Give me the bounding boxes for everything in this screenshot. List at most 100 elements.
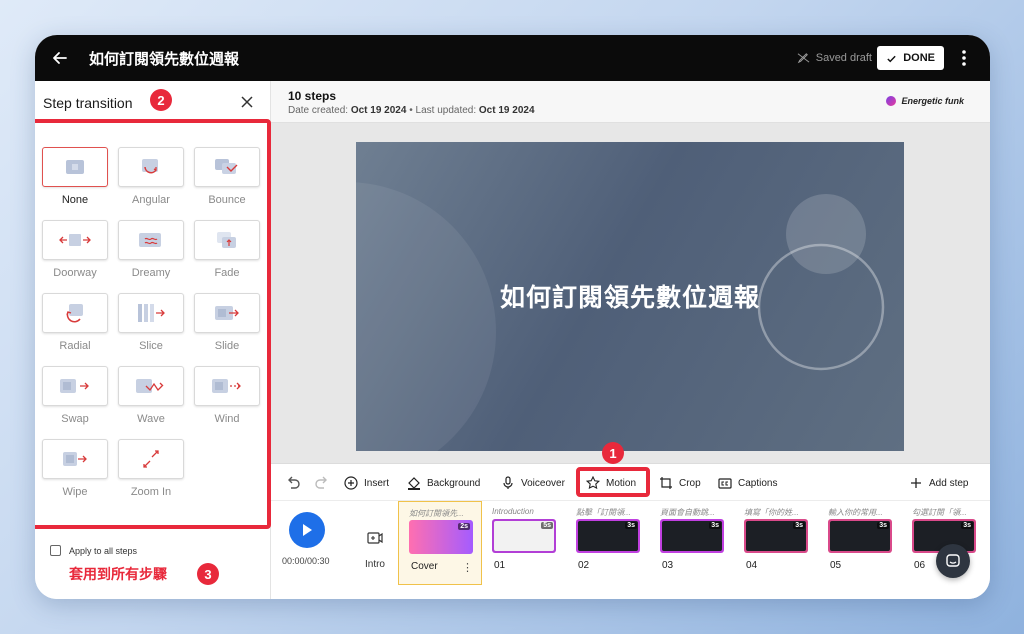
more-options-icon[interactable] [956, 48, 972, 68]
step-duration: 3s [877, 522, 889, 529]
transition-radial[interactable]: Radial [42, 293, 108, 352]
captions-button[interactable]: Captions [718, 473, 777, 493]
transition-label: Radial [59, 340, 91, 352]
transition-slice-preview [118, 293, 184, 333]
step-label: Cover [411, 561, 438, 572]
transition-fade[interactable]: Fade [194, 220, 260, 279]
saved-label: Saved draft [815, 51, 872, 64]
voiceover-button[interactable]: Voiceover [501, 473, 565, 493]
step-thumbnail: 3s [828, 519, 892, 553]
checkbox-box[interactable] [50, 545, 61, 556]
apply-to-all-checkbox[interactable]: Apply to all steps [50, 545, 137, 556]
transition-bounce[interactable]: Bounce [194, 147, 260, 206]
wipe-transition-icon [63, 452, 87, 466]
background-button[interactable]: Background [407, 473, 480, 493]
transition-zoom-in-preview [118, 439, 184, 479]
redo-icon[interactable] [314, 475, 330, 491]
step-label: 01 [494, 560, 506, 571]
transition-none[interactable]: None [42, 147, 108, 206]
step-card-03[interactable]: 頁面會自動跳... 3s 03 [650, 501, 734, 585]
plus-icon [911, 478, 921, 488]
editor-main: 10 steps Date created: Oct 19 2024 • Las… [271, 81, 990, 599]
transition-label: Wipe [62, 486, 88, 498]
timeline: 00:00/00:30 Intro 如何訂閱領先... 2s Cover ⋮ I… [271, 501, 990, 599]
playback-time: 00:00/00:30 [282, 556, 330, 566]
transition-label: Slide [214, 340, 240, 352]
wave-transition-icon [136, 379, 164, 393]
step-caption: 輸入你的常用... [828, 508, 883, 517]
transition-doorway[interactable]: Doorway [42, 220, 108, 279]
step-label: 02 [578, 560, 590, 571]
motion-button[interactable]: Motion [586, 473, 636, 493]
chat-support-button[interactable] [936, 544, 970, 578]
step-more-icon[interactable]: ⋮ [462, 561, 473, 574]
last-updated: Oct 19 2024 [478, 105, 535, 116]
transition-slice[interactable]: Slice [118, 293, 184, 352]
step-label: 06 [914, 560, 926, 571]
saved-draft-icon [797, 53, 810, 64]
step-card-04[interactable]: 填寫「你的姓... 3s 04 [734, 501, 818, 585]
crop-button[interactable]: Crop [659, 473, 701, 493]
back-arrow-icon[interactable] [49, 47, 71, 69]
chat-icon [946, 554, 960, 567]
transition-swap-preview [42, 366, 108, 406]
step-label: 04 [746, 560, 758, 571]
add-step-button[interactable]: Add step [909, 473, 968, 493]
step-thumbnail: 3s [744, 519, 808, 553]
top-bar: 如何訂閱領先數位週報 Saved draft DONE [35, 35, 990, 81]
transition-wipe[interactable]: Wipe [42, 439, 108, 498]
transition-label: Zoom In [130, 486, 172, 498]
angular-transition-icon [142, 159, 158, 174]
play-button[interactable] [289, 512, 325, 548]
transition-wind-preview [194, 366, 260, 406]
undo-icon[interactable] [285, 475, 301, 491]
date-created: Oct 19 2024 [350, 105, 407, 116]
motion-label: Motion [606, 477, 637, 489]
step-caption: Introduction [492, 507, 534, 516]
last-updated-label: Last updated: [415, 105, 477, 116]
insert-icon [344, 476, 358, 490]
step-card-05[interactable]: 輸入你的常用... 3s 05 [818, 501, 902, 585]
transition-zoom-in[interactable]: Zoom In [118, 439, 184, 498]
insert-button[interactable]: Insert [344, 473, 389, 493]
captions-icon [718, 478, 732, 489]
transition-angular-preview [118, 147, 184, 187]
transition-wind[interactable]: Wind [194, 366, 260, 425]
crop-label: Crop [679, 477, 701, 489]
transition-slide[interactable]: Slide [194, 293, 260, 352]
transition-dreamy[interactable]: Dreamy [118, 220, 184, 279]
transition-doorway-preview [42, 220, 108, 260]
slide-preview[interactable]: 如何訂閱領先數位週報 [356, 142, 904, 451]
swap-transition-icon [60, 379, 89, 393]
check-icon [887, 55, 896, 62]
transition-none-preview [42, 147, 108, 187]
step-card-02[interactable]: 點擊「訂閱領... 3s 02 [566, 501, 650, 585]
star-icon [586, 476, 600, 490]
transition-wipe-preview [42, 439, 108, 479]
done-button[interactable]: DONE [877, 46, 944, 70]
transition-wave[interactable]: Wave [118, 366, 184, 425]
intro-film-icon [367, 532, 383, 544]
slide-transition-icon [215, 306, 239, 320]
step-duration: 3s [961, 522, 973, 529]
transition-angular[interactable]: Angular [118, 147, 184, 206]
done-label: DONE [903, 52, 935, 64]
transition-label: Angular [132, 194, 170, 206]
transition-label: Slice [139, 340, 163, 352]
zoom-in-transition-icon [143, 450, 159, 468]
music-track-name: Energetic funk [901, 96, 964, 106]
step-duration: 3s [709, 522, 721, 529]
project-header: 10 steps Date created: Oct 19 2024 • Las… [271, 81, 990, 123]
step-thumbnail: 3s [660, 519, 724, 553]
step-card-cover[interactable]: 如何訂閱領先... 2s Cover ⋮ [398, 501, 482, 585]
radial-transition-icon [66, 304, 83, 323]
close-icon[interactable] [239, 94, 255, 110]
step-caption: 點擊「訂閱領... [576, 508, 631, 517]
music-track[interactable]: Energetic funk [886, 96, 964, 106]
intro-step[interactable]: Intro [355, 531, 395, 570]
none-transition-icon [66, 160, 84, 174]
transition-swap[interactable]: Swap [42, 366, 108, 425]
annotation-badge-2: 2 [150, 89, 172, 111]
transition-label: Bounce [208, 194, 246, 206]
step-card-01[interactable]: Introduction 5s 01 [482, 501, 566, 585]
